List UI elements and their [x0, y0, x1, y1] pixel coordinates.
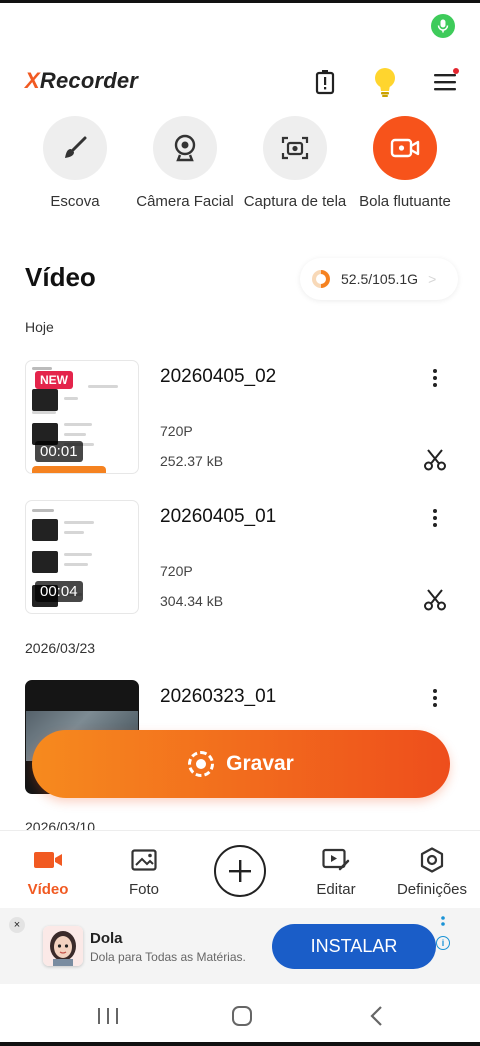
microphone-indicator-icon	[431, 14, 455, 38]
video-name: 20260405_02	[160, 366, 277, 387]
system-navigation-bar	[0, 984, 480, 1046]
app-header: XRecorder	[0, 58, 480, 106]
video-item[interactable]: 00:04 20260405_01 720P 304.34 kB	[0, 500, 480, 618]
nav-video[interactable]: Vídeo	[0, 845, 96, 898]
ad-more-icon[interactable]	[441, 916, 445, 934]
date-header-today: Hoje	[25, 319, 54, 335]
more-vertical-icon	[433, 689, 437, 707]
chevron-right-icon: >	[428, 271, 437, 287]
more-vertical-icon	[433, 369, 437, 387]
more-options-button[interactable]	[423, 504, 447, 532]
duration-badge: 00:04	[35, 581, 83, 602]
ad-install-button[interactable]: INSTALAR	[272, 924, 436, 969]
more-options-button[interactable]	[423, 684, 447, 712]
quick-tools: Escova Câmera Facial Captura de tela Bol…	[0, 116, 480, 216]
app-logo: XRecorder	[25, 68, 139, 93]
tips-bulb-button[interactable]	[367, 64, 403, 100]
home-button[interactable]	[222, 1001, 262, 1031]
edit-video-icon	[288, 845, 384, 875]
record-button[interactable]: Gravar	[32, 730, 450, 798]
brush-icon	[43, 116, 107, 180]
nav-edit[interactable]: Editar	[288, 845, 384, 898]
ad-info-icon[interactable]: i	[436, 936, 450, 950]
screenshot-icon	[263, 116, 327, 180]
video-name: 20260323_01	[160, 686, 277, 707]
battery-alert-button[interactable]	[307, 64, 343, 100]
notification-dot	[453, 68, 459, 74]
duration-badge: 00:01	[35, 441, 83, 462]
ad-app-logo	[43, 926, 83, 966]
video-size: 252.37 kB	[160, 453, 224, 469]
video-resolution: 720P	[160, 563, 193, 579]
bottom-navigation: Vídeo Foto Editar Definições	[0, 830, 480, 908]
home-icon	[232, 1006, 252, 1026]
trim-button[interactable]	[421, 586, 449, 614]
webcam-icon	[153, 116, 217, 180]
add-button[interactable]	[214, 845, 266, 897]
plus-icon	[229, 860, 251, 882]
recent-apps-icon	[98, 1008, 118, 1024]
storage-text: 52.5/105.1G	[341, 271, 419, 287]
tool-floating-ball[interactable]: Bola flutuante	[340, 116, 470, 210]
status-bar	[0, 0, 480, 46]
record-icon	[188, 751, 215, 777]
nav-photo[interactable]: Foto	[96, 845, 192, 898]
record-label: Gravar	[226, 752, 294, 775]
menu-button[interactable]	[427, 64, 463, 100]
ad-banner[interactable]: × Dola Dola para Todas as Matérias. INST…	[0, 908, 480, 984]
section-title: Vídeo	[25, 262, 96, 292]
trim-button[interactable]	[421, 446, 449, 474]
storage-usage-ring-icon	[312, 270, 330, 288]
recent-apps-button[interactable]	[88, 1001, 128, 1031]
battery-alert-icon	[315, 70, 335, 95]
more-options-button[interactable]	[423, 364, 447, 392]
video-thumbnail[interactable]: NEW 00:01	[25, 360, 139, 474]
more-vertical-icon	[433, 509, 437, 527]
video-item[interactable]: NEW 00:01 20260405_02 720P 252.37 kB	[0, 360, 480, 478]
settings-hexagon-icon	[384, 845, 480, 875]
video-thumbnail[interactable]: 00:04	[25, 500, 139, 614]
video-camera-icon	[0, 845, 96, 875]
date-header: 2026/03/23	[25, 640, 96, 656]
scissors-icon	[424, 449, 446, 471]
back-icon	[370, 1006, 382, 1026]
floating-ball-icon	[373, 116, 437, 180]
video-resolution: 720P	[160, 423, 193, 439]
lightbulb-icon	[375, 68, 395, 97]
scissors-icon	[424, 589, 446, 611]
photo-icon	[96, 845, 192, 875]
nav-settings[interactable]: Definições	[384, 845, 480, 898]
ad-title: Dola	[90, 930, 123, 947]
storage-button[interactable]: 52.5/105.1G >	[300, 258, 458, 300]
ad-subtitle: Dola para Todas as Matérias.	[90, 950, 246, 964]
new-badge: NEW	[35, 371, 73, 389]
back-button[interactable]	[356, 1001, 396, 1031]
ad-close-button[interactable]: ×	[9, 917, 25, 933]
video-size: 304.34 kB	[160, 593, 224, 609]
hamburger-menu-icon	[434, 74, 456, 91]
video-name: 20260405_01	[160, 506, 277, 527]
